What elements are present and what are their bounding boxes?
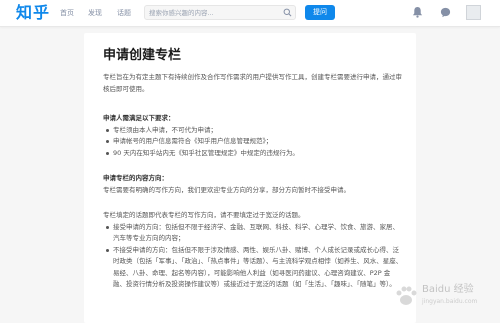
requirements-heading: 申请人需满足以下要求： — [103, 114, 175, 122]
notification-bell-icon[interactable] — [412, 6, 423, 18]
nav-discover[interactable]: 发现 — [88, 7, 102, 19]
ask-question-button[interactable]: 提问 — [305, 5, 335, 20]
paw-icon — [396, 286, 417, 305]
watermark-url: jingyan.baidu.com — [422, 298, 478, 305]
messages-icon[interactable] — [440, 7, 451, 18]
content-direction-section: 申请专栏的内容方向： 专栏需要有明确的写作方向，我们更欢迎专业方向的分享，部分方… — [103, 173, 403, 196]
list-item: 专栏须由本人申请，不可代为申请； — [103, 125, 403, 137]
search-box[interactable] — [144, 5, 296, 20]
topics-text: 专栏填定的话题即代表专栏的写作方向，请不要填定过于宽泛的话题。 — [103, 211, 305, 219]
zhihu-logo[interactable]: 知乎 — [16, 3, 50, 23]
topics-section: 专栏填定的话题即代表专栏的写作方向，请不要填定过于宽泛的话题。 接受申请的方向：… — [103, 210, 403, 291]
list-item: 接受申请的方向：包括但不限于经济学、金融、互联网、科技、科学、心理学、饮食、旅游… — [103, 222, 403, 245]
baidu-jingyan-watermark: Baidu 经验 jingyan.baidu.com — [392, 282, 496, 310]
intro-text: 专栏旨在为有定主题下有持续创作及合作写作需求的用户提供写作工具，创建专栏需要进行… — [103, 73, 402, 93]
nav-topics[interactable]: 话题 — [117, 7, 131, 19]
search-input[interactable] — [149, 7, 279, 18]
content-text: 专栏需要有明确的写作方向，我们更欢迎专业方向的分享，部分方向暂时不接受申请。 — [103, 185, 350, 194]
list-item: 申请帐号的用户信息需符合《知乎用户信息管理规范》； — [103, 136, 403, 148]
top-navbar: 知乎 首页 发现 话题 提问 — [0, 0, 500, 27]
list-item: 不接受申请的方向：包括但不限于涉及情感、两性、娱乐八卦、赌博、个人成长记录或成长… — [103, 245, 403, 291]
nav-home[interactable]: 首页 — [60, 7, 74, 19]
page-title: 申请创建专栏 — [103, 48, 182, 63]
article-card: 申请创建专栏 专栏旨在为有定主题下有持续创作及合作写作需求的用户提供写作工具，创… — [84, 33, 416, 323]
requirements-section: 申请人需满足以下要求： 专栏须由本人申请，不可代为申请； 申请帐号的用户信息需符… — [103, 113, 403, 159]
user-avatar[interactable] — [466, 5, 481, 20]
list-item: 90 天内在知乎站内无《知乎社区管理规定》中规定的违规行为。 — [103, 148, 403, 160]
watermark-brand: Baidu 经验 — [422, 284, 474, 295]
content-heading: 申请专栏的内容方向： — [103, 174, 168, 182]
search-icon[interactable] — [283, 8, 292, 17]
